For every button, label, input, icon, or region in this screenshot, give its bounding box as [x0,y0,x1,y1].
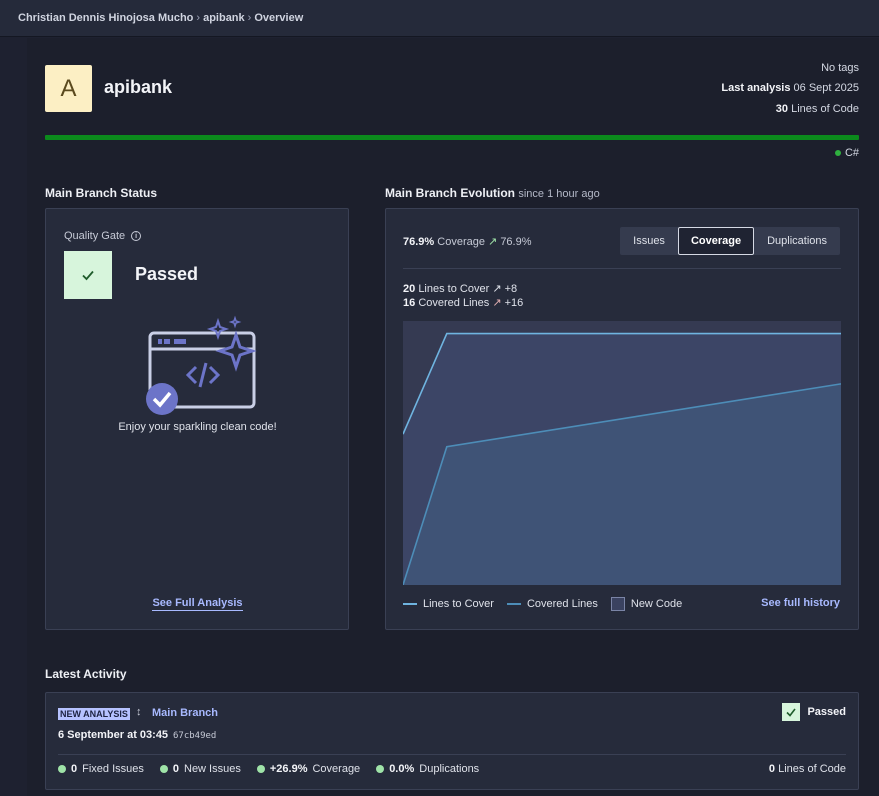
legend-line-icon [506,603,521,605]
lines-to-cover-stat: 20 Lines to Cover ↗ +8 [403,282,517,295]
evolution-title: Main Branch Evolution since 1 hour ago [385,186,600,200]
metric-duplications: 0.0% Duplications [376,763,479,775]
tab-duplications[interactable]: Duplications [754,227,840,255]
metric-label: Duplications [419,763,480,775]
lines-of-code: 30 Lines of Code [776,103,859,115]
divider [58,754,846,755]
quality-gate-text: Quality Gate [64,230,126,242]
divider [403,268,841,269]
evolution-title-text: Main Branch Evolution [385,186,516,200]
activity-status-text: Passed [807,706,846,718]
status-title: Main Branch Status [45,186,158,200]
metric-value: +26.9% [269,763,308,775]
covered-lines-delta: +16 [504,297,524,309]
see-full-history-link[interactable]: See full history [761,597,840,609]
breadcrumb-page[interactable]: Overview [254,12,303,24]
activity-title: Latest Activity [45,667,127,681]
status-dot-icon [256,765,265,773]
last-analysis: Last analysis 06 Sept 2025 [721,82,859,94]
clean-code-message: Enjoy your sparkling clean code! [118,421,277,433]
legend-square-icon [610,597,625,611]
see-full-analysis-link: See Full Analysis [46,597,349,611]
language-legend: C# [834,147,859,159]
lines-to-cover-label: Lines to Cover [418,283,490,295]
language-distribution-bar [45,135,859,140]
see-full-analysis-text[interactable]: See Full Analysis [152,597,243,611]
breadcrumb-project[interactable]: apibank [203,12,245,24]
metric-label: Coverage [312,763,361,775]
check-icon [82,270,94,281]
chevron-right-icon: › [196,12,201,24]
coverage-label: Coverage [437,236,485,248]
breadcrumb: Christian Dennis Hinojosa Mucho › apiban… [0,0,879,37]
chevron-right-icon: › [247,12,252,24]
clean-code-illustration-icon [146,315,257,415]
coverage-chart[interactable] [403,321,841,585]
branch-icon: ↕ [136,706,142,718]
last-analysis-label: Last analysis [721,82,791,94]
evolution-panel: 76.9% Coverage ↗ 76.9% Issues Coverage D… [385,208,859,630]
metric-label: Fixed Issues [82,763,144,775]
breadcrumb-org[interactable]: Christian Dennis Hinojosa Mucho [18,12,193,24]
legend-lines-to-cover-label: Lines to Cover [423,598,494,610]
activity-panel: NEW ANALYSIS ↕ Main Branch Passed 6 Sept… [45,692,859,790]
covered-lines-label: Covered Lines [418,297,490,309]
activity-date: 6 September at 03:45 [58,729,169,741]
legend-new-code: New Code [610,597,683,611]
lines-to-cover-delta: +8 [504,283,518,295]
activity-status: Passed [782,703,846,721]
commit-hash: 67cb49ed [173,731,217,741]
evolution-since: since 1 hour ago [518,188,600,200]
status-dot-icon [58,765,66,773]
metric-fixed-issues: 0 Fixed Issues [58,763,144,775]
activity-loc-value: 0 [768,763,776,775]
trend-up-icon: ↗ [492,283,502,295]
coverage-value: 76.9% [403,236,435,248]
measure-tabs: Issues Coverage Duplications [620,227,840,255]
metric-value: 0 [71,763,78,775]
metric-coverage: +26.9% Coverage [256,763,361,775]
project-tags[interactable]: No tags [821,62,859,74]
info-icon[interactable]: i [131,231,142,241]
status-dot-icon [376,765,385,773]
quality-gate-status-box [64,251,112,299]
legend-lines-to-cover: Lines to Cover [403,598,494,610]
legend-line-icon [403,603,417,605]
new-analysis-badge: NEW ANALYSIS [58,708,130,720]
legend-covered-lines-label: Covered Lines [526,598,598,610]
trend-up-icon: ↗ [488,236,498,248]
activity-lines-of-code: 0 Lines of Code [769,763,846,775]
metric-label: New Issues [184,763,241,775]
chart-legend: Lines to Cover Covered Lines New Code [403,597,682,611]
coverage-summary: 76.9% Coverage ↗ 76.9% [403,235,532,248]
project-name: apibank [104,77,173,97]
covered-lines-stat: 16 Covered Lines ↗ +16 [403,296,523,309]
branch-link[interactable]: Main Branch [152,707,218,719]
metric-value: 0 [172,763,179,775]
trend-up-icon: ↗ [492,297,502,309]
loc-label: Lines of Code [791,103,859,115]
tab-issues[interactable]: Issues [620,227,678,255]
check-icon [782,703,801,721]
metric-new-issues: 0 New Issues [159,763,241,775]
activity-metrics: 0 Fixed Issues 0 New Issues +26.9% Cover… [58,763,479,775]
activity-loc-label: Lines of Code [778,763,846,775]
status-dot-icon [159,765,168,773]
coverage-trend: 76.9% [500,236,532,248]
metric-value: 0.0% [389,763,415,775]
tab-coverage[interactable]: Coverage [677,227,755,255]
last-analysis-date: 06 Sept 2025 [793,82,859,94]
language-name: C# [844,147,859,159]
quality-gate-label: Quality Gate i [64,230,142,242]
loc-value: 30 [775,103,789,115]
covered-lines-value: 16 [403,297,416,309]
project-avatar: A [45,65,92,112]
legend-covered-lines: Covered Lines [506,598,598,610]
quality-gate-result: Passed [135,264,199,284]
status-panel: Quality Gate i Passed Enjoy your sparkli… [45,208,349,630]
legend-new-code-label: New Code [630,598,683,610]
lines-to-cover-value: 20 [403,283,416,295]
language-dot-icon [834,150,841,156]
